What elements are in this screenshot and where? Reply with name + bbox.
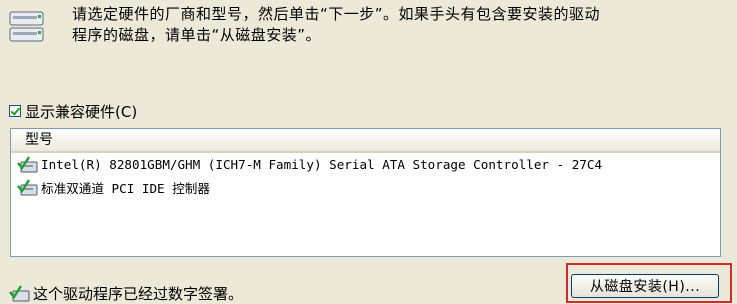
checkbox-checked-icon[interactable] [9, 105, 21, 117]
model-column-header[interactable]: 型号 [11, 129, 720, 153]
instruction-text: 请选定硬件的厂商和型号，然后单击“下一步”。如果手头有包含要安装的驱动 程序的磁… [72, 5, 601, 44]
show-compatible-label: 显示兼容硬件(C) [25, 102, 138, 121]
signed-driver-icon [17, 178, 38, 195]
show-compatible-checkbox[interactable]: 显示兼容硬件(C) [9, 101, 137, 121]
model-list[interactable]: 型号 Intel(R) 82801GBM/GHM (ICH7-M Family)… [10, 128, 721, 257]
driver-signed-label: 这个驱动程序已经过数字签署。 [33, 285, 244, 303]
signed-driver-icon [9, 284, 30, 301]
driver-signed-note: 这个驱动程序已经过数字签署。 [9, 283, 243, 304]
hardware-device-icon [9, 11, 44, 42]
have-disk-button[interactable]: 从磁盘安装(H)... [571, 274, 719, 298]
list-item[interactable]: Intel(R) 82801GBM/GHM (ICH7-M Family) Se… [11, 153, 720, 176]
signed-driver-icon [17, 155, 38, 172]
list-item-label: Intel(R) 82801GBM/GHM (ICH7-M Family) Se… [41, 157, 603, 172]
list-item-label: 标准双通道 PCI IDE 控制器 [41, 181, 210, 196]
list-item[interactable]: 标准双通道 PCI IDE 控制器 [11, 176, 720, 199]
